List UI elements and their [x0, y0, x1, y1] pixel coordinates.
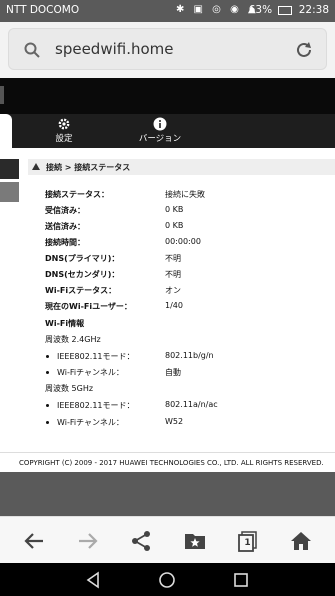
info-icon	[153, 117, 167, 131]
divider	[0, 148, 335, 151]
browser-toolbar: speedwifi.home	[0, 22, 335, 78]
url-text[interactable]: speedwifi.home	[55, 40, 174, 58]
active-tab-indicator	[0, 114, 12, 148]
nav-version-label: バージョン	[138, 134, 182, 144]
side-tab-2[interactable]	[0, 182, 19, 202]
item-label: Wi-Fiチャンネル：	[57, 418, 124, 427]
item-value: 自動	[165, 368, 181, 377]
row-label: Wi-Fiステータス：	[45, 286, 117, 295]
item-value: 802.11a/n/ac	[165, 400, 218, 409]
row-label: 接続時間：	[45, 238, 85, 247]
page-footer-band	[0, 472, 335, 516]
side-tab-1[interactable]	[0, 159, 19, 179]
row-label: 現在のWi-Fiユーザー：	[45, 302, 132, 311]
status-bar: NTT DOCOMO ✱ ▣ ◎ ◉ ▲ 63% 22:38	[0, 0, 335, 22]
system-nav-bar	[0, 563, 335, 596]
nav-settings[interactable]: 設定	[50, 117, 78, 144]
forward-arrow-icon[interactable]	[76, 529, 100, 553]
reload-icon[interactable]	[294, 40, 314, 60]
row-label: 送信済み：	[45, 222, 85, 231]
bookmark-folder-icon[interactable]	[183, 529, 207, 553]
copyright-text: COPYRIGHT (C) 2009 - 2017 HUAWEI TECHNOL…	[19, 459, 324, 467]
item-label: IEEE802.11モード：	[57, 401, 135, 410]
share-icon[interactable]	[129, 529, 153, 553]
item-label: Wi-Fiチャンネル：	[57, 368, 124, 377]
bullet-icon	[46, 404, 49, 407]
bullet-icon	[46, 371, 49, 374]
status-right: 63% 22:38	[249, 4, 329, 16]
bullet-icon	[46, 421, 49, 424]
gear-icon	[58, 118, 70, 130]
tabs-count: 1	[244, 538, 251, 548]
row-label: 接続ステータス：	[45, 190, 109, 199]
nav-version[interactable]: バージョン	[136, 117, 184, 144]
row-value: 不明	[165, 270, 181, 279]
row-value: 1/40	[165, 301, 183, 310]
home-circle-icon[interactable]	[158, 571, 176, 589]
tabs-button[interactable]: 1	[236, 529, 260, 553]
row-label: DNS(セカンダリ)：	[45, 270, 120, 279]
breadcrumb: 接続 > 接続ステータス	[28, 159, 335, 175]
band-5-label: 周波数 5GHz	[45, 384, 94, 393]
back-arrow-icon[interactable]	[22, 529, 46, 553]
address-bar[interactable]: speedwifi.home	[8, 28, 327, 70]
breadcrumb-text: 接続 > 接続ステータス	[46, 163, 131, 172]
status-icons: ✱ ▣ ◎ ◉ ▲	[176, 4, 259, 15]
row-label: 受信済み：	[45, 206, 85, 215]
search-icon	[24, 42, 40, 58]
row-value: 接続に失敗	[165, 190, 205, 199]
row-value: 不明	[165, 254, 181, 263]
clock: 22:38	[298, 4, 329, 16]
band-24-label: 周波数 2.4GHz	[45, 335, 101, 344]
nav-settings-label: 設定	[55, 134, 73, 144]
home-icon[interactable]	[289, 529, 313, 553]
item-value: W52	[165, 417, 184, 426]
carrier-label: NTT DOCOMO	[6, 4, 80, 16]
recents-square-icon[interactable]	[232, 571, 250, 589]
item-label: IEEE802.11モード：	[57, 352, 135, 361]
web-content: 設定 バージョン 接続 > 接続ステータス 接続ステータス： 接続に失敗 受信済…	[0, 78, 335, 516]
header-stub	[0, 86, 4, 104]
bullet-icon	[46, 355, 49, 358]
footer-copyright: COPYRIGHT (C) 2009 - 2017 HUAWEI TECHNOL…	[0, 452, 335, 473]
battery-percent: 63%	[248, 4, 273, 16]
router-header	[0, 78, 335, 114]
item-value: 802.11b/g/n	[165, 351, 214, 360]
collapse-triangle-icon[interactable]	[32, 163, 40, 170]
row-label: DNS(プライマリ)：	[45, 254, 120, 263]
battery-icon	[278, 5, 293, 15]
section-heading: Wi-Fi情報	[45, 319, 85, 328]
browser-bottom-toolbar: 1	[0, 516, 335, 564]
row-value: オン	[165, 286, 181, 295]
row-value: 0 KB	[165, 221, 184, 230]
back-triangle-icon[interactable]	[84, 571, 102, 589]
row-value: 00:00:00	[165, 237, 201, 246]
router-nav: 設定 バージョン	[0, 114, 335, 148]
row-value: 0 KB	[165, 205, 184, 214]
